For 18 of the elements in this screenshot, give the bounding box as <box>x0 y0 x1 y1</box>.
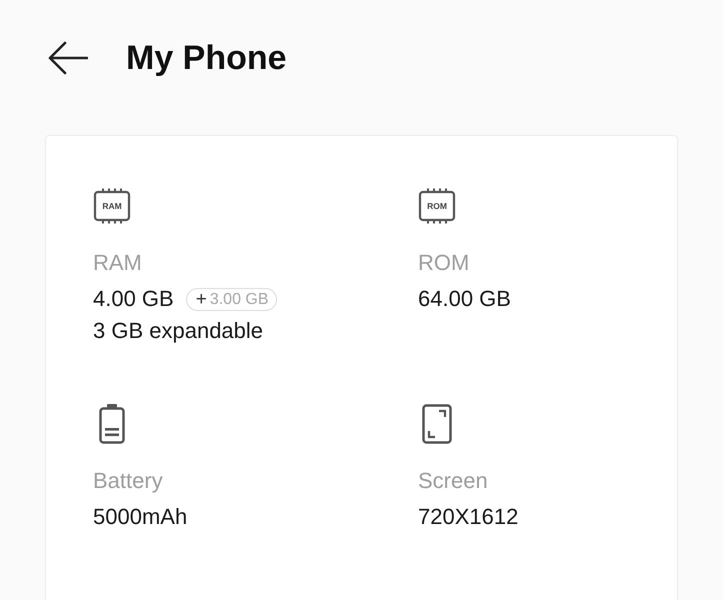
spec-value: 64.00 GB <box>418 285 511 313</box>
back-button[interactable] <box>48 41 88 75</box>
spec-note: 3 GB expandable <box>93 317 264 345</box>
plus-sign: + <box>196 288 207 310</box>
chip-icon: ROM <box>418 188 456 224</box>
chip-icon: RAM <box>93 188 131 224</box>
spec-label: ROM <box>418 249 470 277</box>
page-title: My Phone <box>126 38 287 78</box>
back-arrow-icon <box>48 41 88 75</box>
battery-icon <box>99 404 125 444</box>
spec-label: Battery <box>93 467 163 495</box>
spec-label: Screen <box>418 467 488 495</box>
spec-value: 4.00 GB <box>93 285 174 313</box>
spec-value: 5000mAh <box>93 503 188 531</box>
badge-amount: 3.00 GB <box>210 290 269 310</box>
screen-icon <box>422 404 452 444</box>
spec-label: RAM <box>93 249 142 277</box>
spec-value: 720X1612 <box>418 503 518 531</box>
